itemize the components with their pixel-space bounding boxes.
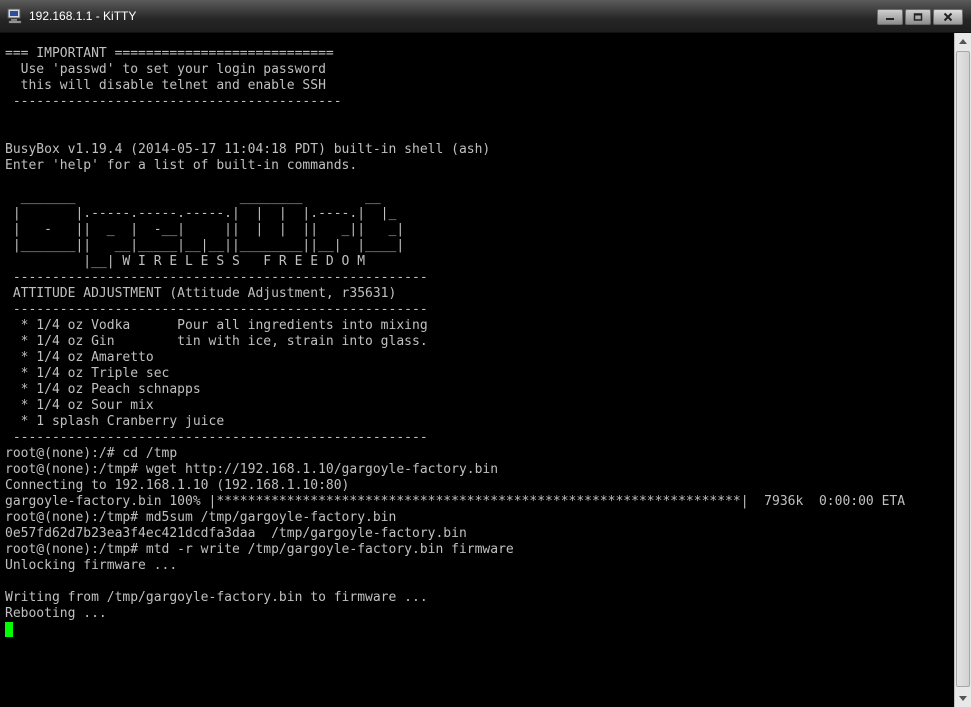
terminal-line: Connecting to 192.168.1.10 (192.168.1.10… <box>5 478 350 493</box>
maximize-button[interactable] <box>905 9 931 25</box>
minimize-icon <box>886 18 894 20</box>
title-bar[interactable]: 192.168.1.1 - KiTTY <box>0 0 971 33</box>
terminal-app-icon[interactable] <box>7 8 23 24</box>
terminal-line: Unlocking firmware ... <box>5 558 178 573</box>
window-title: 192.168.1.1 - KiTTY <box>29 9 137 23</box>
terminal-line: | - || _ | -__| || | | || _|| _| <box>5 222 405 237</box>
terminal-line: BusyBox v1.19.4 (2014-05-17 11:04:18 PDT… <box>5 142 491 157</box>
scroll-down-button[interactable] <box>955 690 971 707</box>
terminal-line: Rebooting ... <box>5 606 107 621</box>
scroll-up-button[interactable] <box>955 33 971 50</box>
terminal-line: * 1/4 oz Sour mix <box>5 398 154 413</box>
terminal-line: Use 'passwd' to set your login password <box>5 62 326 77</box>
terminal-line: ----------------------------------------… <box>5 94 342 109</box>
terminal-line: ----------------------------------------… <box>5 270 428 285</box>
terminal-line: _______ ________ __ <box>5 190 381 205</box>
terminal-line: gargoyle-factory.bin 100% |*************… <box>5 494 906 509</box>
terminal-line: * 1/4 oz Peach schnapps <box>5 382 201 397</box>
terminal-line: |__| W I R E L E S S F R E E D O M <box>5 254 366 269</box>
terminal-line: root@(none):/tmp# md5sum /tmp/gargoyle-f… <box>5 510 397 525</box>
chevron-up-icon <box>959 39 967 44</box>
terminal-prompt-line <box>5 622 905 638</box>
terminal-line: * 1 splash Cranberry juice <box>5 414 225 429</box>
terminal-line: 0e57fd62d7b23ea3f4ec421dcdfa3daa /tmp/ga… <box>5 526 467 541</box>
terminal-line: * 1/4 oz Amaretto <box>5 350 154 365</box>
terminal-area[interactable]: === IMPORTANT ==========================… <box>0 33 954 707</box>
terminal-line: Writing from /tmp/gargoyle-factory.bin t… <box>5 590 428 605</box>
close-button[interactable] <box>933 9 963 25</box>
maximize-icon <box>913 13 923 21</box>
close-icon <box>943 12 953 22</box>
terminal-line: root@(none):/tmp# wget http://192.168.1.… <box>5 462 499 477</box>
terminal-line: root@(none):/tmp# mtd -r write /tmp/garg… <box>5 542 514 557</box>
window-controls <box>875 9 963 27</box>
terminal-line: === IMPORTANT ==========================… <box>5 46 334 61</box>
terminal-line: * 1/4 oz Triple sec <box>5 366 170 381</box>
terminal-output: === IMPORTANT ==========================… <box>5 46 905 638</box>
terminal-line: * 1/4 oz Vodka Pour all ingredients into… <box>5 318 428 333</box>
scroll-thumb[interactable] <box>956 51 970 687</box>
terminal-line: ATTITUDE ADJUSTMENT (Attitude Adjustment… <box>5 286 397 301</box>
terminal-line: Enter 'help' for a list of built-in comm… <box>5 158 358 173</box>
terminal-line: |_______|| __|_____|__|__||________||__|… <box>5 238 405 253</box>
vertical-scrollbar[interactable] <box>954 33 971 707</box>
minimize-button[interactable] <box>877 9 903 25</box>
terminal-line: ----------------------------------------… <box>5 430 428 445</box>
text-cursor <box>5 622 13 637</box>
terminal-line: this will disable telnet and enable SSH <box>5 78 326 93</box>
terminal-line: ----------------------------------------… <box>5 302 428 317</box>
terminal-line: root@(none):/# cd /tmp <box>5 446 178 461</box>
terminal-window: 192.168.1.1 - KiTTY === IMPORTANT ======… <box>0 0 971 707</box>
terminal-line: | |.-----.-----.-----.| | | |.----.| |_ <box>5 206 397 221</box>
chevron-down-icon <box>959 696 967 701</box>
terminal-line: * 1/4 oz Gin tin with ice, strain into g… <box>5 334 428 349</box>
